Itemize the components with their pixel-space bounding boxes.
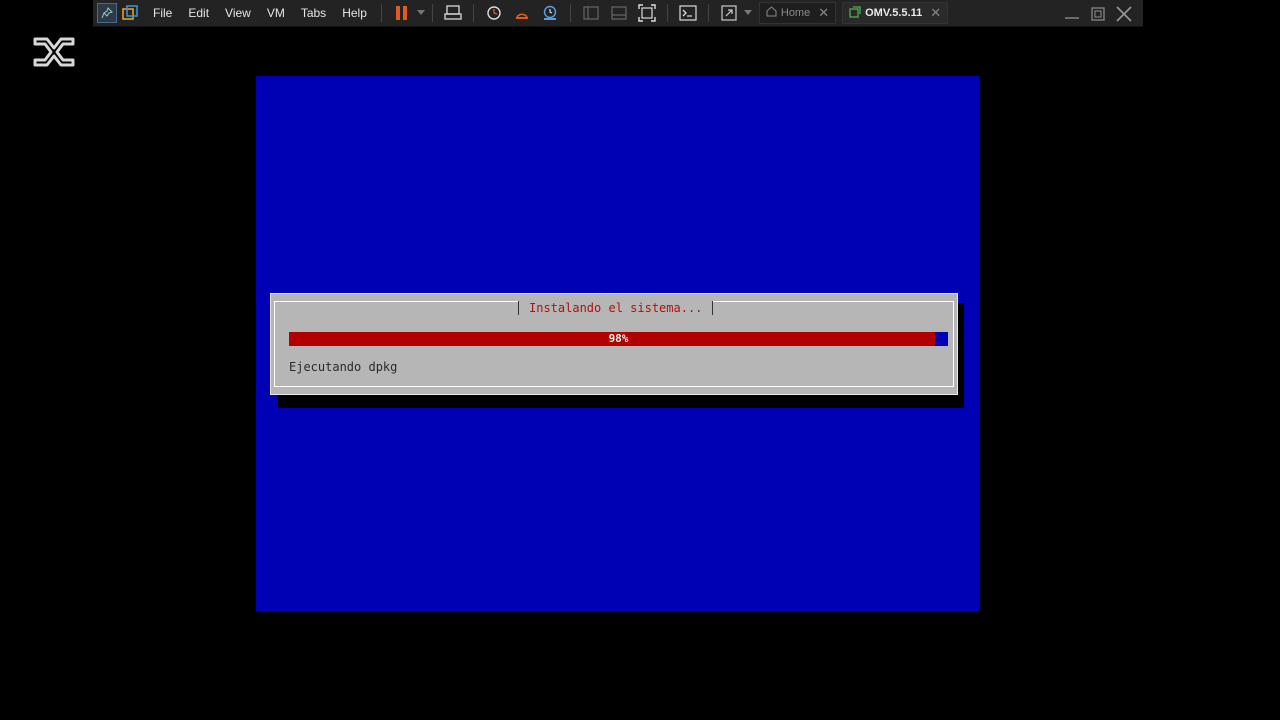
tab-label: Home — [780, 7, 811, 19]
revert-snapshot-icon[interactable] — [510, 1, 534, 25]
minimize-icon[interactable] — [1059, 1, 1085, 27]
pin-icon[interactable] — [97, 3, 117, 23]
restore-icon[interactable] — [1085, 1, 1111, 27]
sidebar-icon[interactable] — [579, 1, 603, 25]
vmware-toolbar: File Edit View VM Tabs Help Home ✕ OMV.5… — [93, 0, 1143, 27]
vmware-icon[interactable] — [121, 4, 139, 22]
chevron-down-icon[interactable] — [743, 1, 753, 25]
snapshot-icon[interactable] — [482, 1, 506, 25]
separator — [380, 4, 382, 22]
tab-omv[interactable]: OMV.5.5.11 ✕ — [842, 2, 949, 24]
dialog-title: Instalando el sistema... — [529, 301, 703, 315]
window-controls — [1059, 0, 1137, 27]
menu-tabs[interactable]: Tabs — [293, 0, 334, 27]
dialog-title-wrap: Instalando el sistema... — [518, 301, 714, 315]
close-icon[interactable]: ✕ — [930, 5, 941, 21]
menu-view[interactable]: View — [217, 0, 259, 27]
fullscreen-icon[interactable] — [635, 1, 659, 25]
status-text: Ejecutando dpkg — [289, 360, 398, 374]
dialog-frame: Instalando el sistema... 98% Ejecutando … — [274, 301, 954, 387]
separator — [472, 4, 474, 22]
separator — [666, 4, 668, 22]
pause-icon[interactable] — [390, 1, 414, 25]
menu-edit[interactable]: Edit — [180, 0, 217, 27]
home-icon — [766, 6, 777, 20]
progress-bar: 98% — [289, 332, 948, 346]
close-icon[interactable]: ✕ — [818, 5, 829, 21]
console-view-icon[interactable] — [676, 1, 700, 25]
tab-label: OMV.5.5.11 — [865, 7, 923, 19]
separator — [707, 4, 709, 22]
installer-progress-dialog: Instalando el sistema... 98% Ejecutando … — [270, 293, 958, 395]
menu-help[interactable]: Help — [334, 0, 375, 27]
tab-home[interactable]: Home ✕ — [758, 2, 837, 24]
menu-bar: File Edit View VM Tabs Help — [145, 0, 375, 27]
thumbnail-bar-icon[interactable] — [607, 1, 631, 25]
separator — [569, 4, 571, 22]
title-right-tick — [712, 301, 714, 315]
separator — [431, 4, 433, 22]
capcut-logo-icon — [33, 36, 75, 68]
progress-percent: 98% — [608, 332, 629, 345]
menu-file[interactable]: File — [145, 0, 180, 27]
stretch-view-icon[interactable] — [717, 1, 741, 25]
snapshot-manager-icon[interactable] — [538, 1, 562, 25]
close-window-icon[interactable] — [1111, 1, 1137, 27]
vm-tab-icon — [849, 5, 861, 21]
chevron-down-icon[interactable] — [416, 1, 426, 25]
send-ctrl-alt-del-icon[interactable] — [441, 1, 465, 25]
menu-vm[interactable]: VM — [259, 0, 293, 27]
